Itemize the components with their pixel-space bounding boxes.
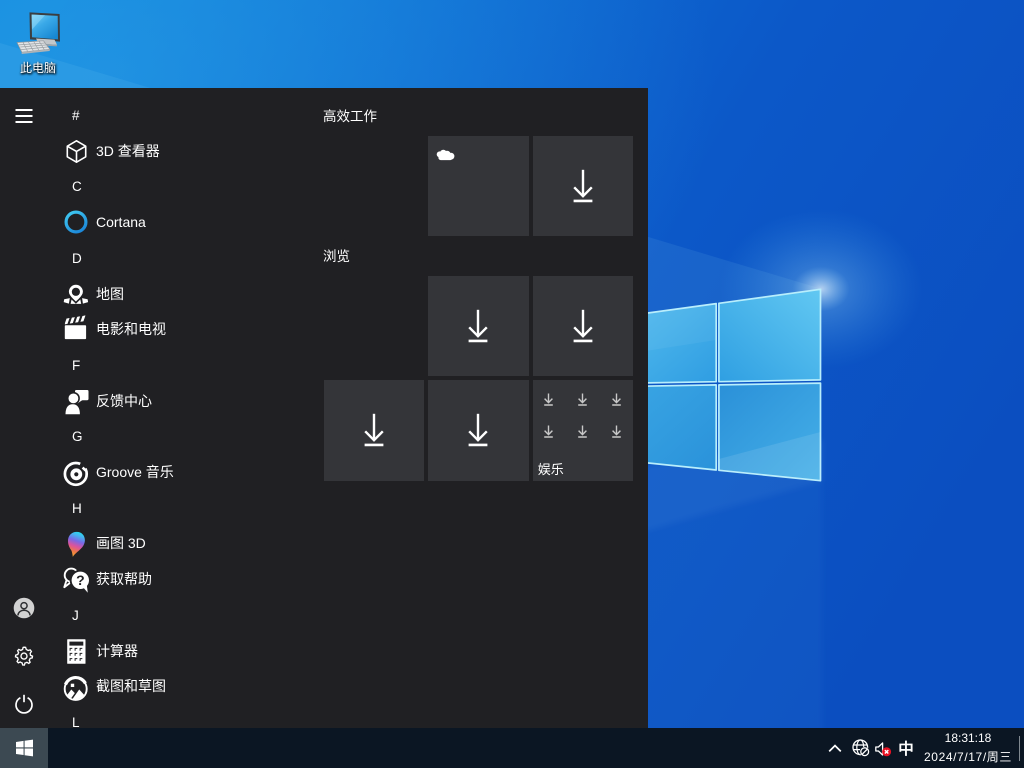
svg-text:?: ?: [76, 573, 85, 589]
